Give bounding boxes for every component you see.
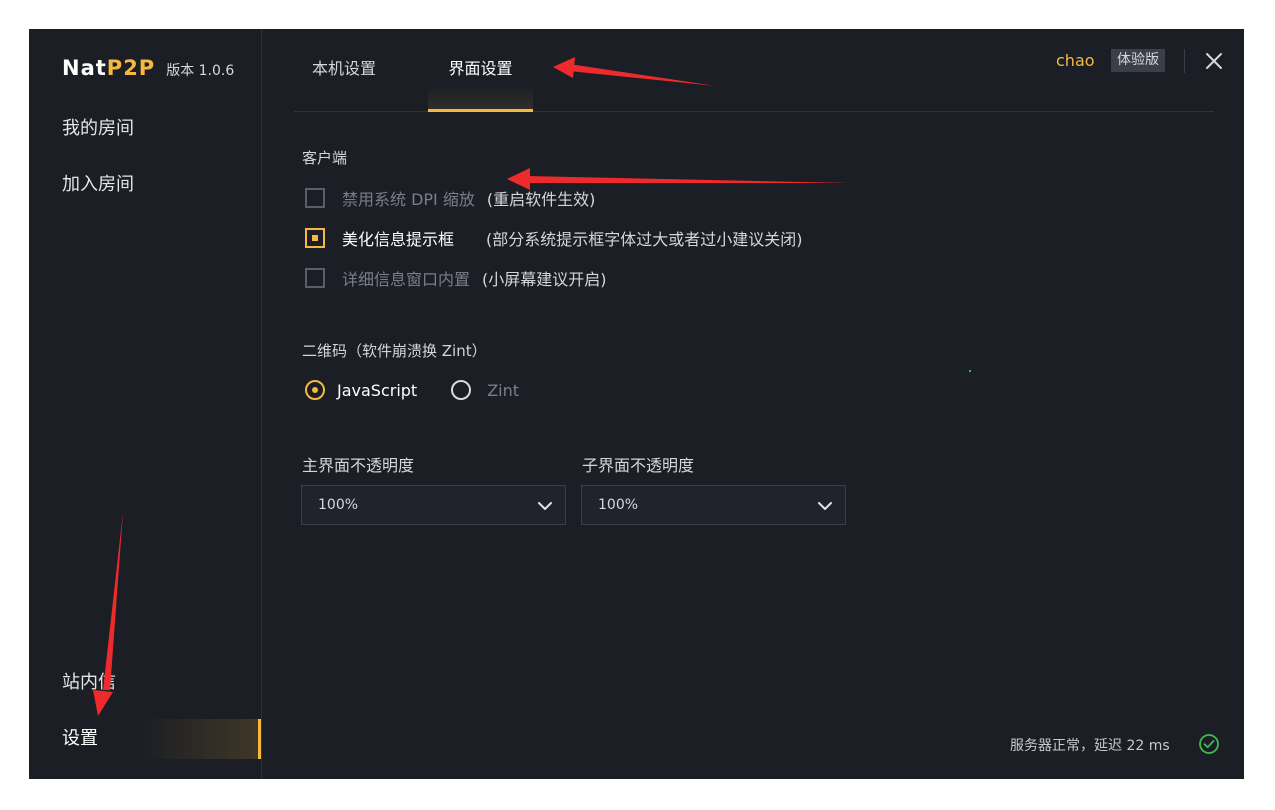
radio-javascript[interactable]	[305, 380, 325, 400]
chevron-down-icon	[538, 502, 552, 510]
sidebar-item-join-room[interactable]: 加入房间	[29, 165, 261, 205]
select-value: 100%	[318, 497, 359, 513]
close-icon	[1206, 53, 1222, 69]
sidebar-item-label: 设置	[62, 728, 98, 749]
client-section-title: 客户端	[302, 149, 348, 167]
logo-text-p2p: P2P	[106, 56, 156, 80]
app-logo: Nat P2P 版本 1.0.6	[62, 56, 234, 80]
option-hint: (小屏幕建议开启)	[482, 270, 607, 289]
option-embed-detail-window[interactable]: 详细信息窗口内置 (小屏幕建议开启)	[305, 266, 607, 290]
checkbox[interactable]	[305, 228, 325, 248]
option-label: 禁用系统 DPI 缩放	[342, 190, 475, 209]
main-opacity-select[interactable]: 100%	[301, 485, 566, 525]
logo-text-nat: Nat	[62, 56, 107, 80]
app-window: Nat P2P 版本 1.0.6 我的房间 加入房间 站内信 设置 本机设置 界…	[29, 29, 1244, 779]
option-hint: (重启软件生效)	[486, 190, 596, 209]
sidebar-item-label: 站内信	[62, 672, 116, 693]
option-hint: (部分系统提示框字体过大或者过小建议关闭)	[486, 230, 803, 249]
sub-opacity-label: 子界面不透明度	[582, 456, 695, 475]
checkbox[interactable]	[305, 268, 325, 288]
tab-label: 本机设置	[311, 59, 376, 78]
close-button[interactable]	[1202, 49, 1226, 73]
radio-label-javascript[interactable]: JavaScript	[337, 381, 417, 400]
header-divider	[1184, 49, 1185, 73]
radio-label-zint[interactable]: Zint	[487, 381, 519, 400]
option-disable-dpi-scaling[interactable]: 禁用系统 DPI 缩放 (重启软件生效)	[305, 186, 595, 210]
tab-label: 界面设置	[448, 59, 513, 78]
sidebar-item-settings[interactable]: 设置	[29, 719, 261, 759]
sidebar: Nat P2P 版本 1.0.6 我的房间 加入房间 站内信 设置	[29, 29, 262, 779]
app-version: 版本 1.0.6	[166, 63, 235, 79]
radio-zint[interactable]	[451, 380, 472, 400]
tab-bar: 本机设置 界面设置	[294, 29, 1214, 112]
main-content: 本机设置 界面设置 chao 体验版 客户端 禁用系统 DPI 缩放 (重启软件…	[262, 29, 1244, 779]
edition-badge: 体验版	[1111, 49, 1165, 72]
sidebar-item-my-rooms[interactable]: 我的房间	[29, 109, 261, 149]
option-beautify-messagebox[interactable]: 美化信息提示框 (部分系统提示框字体过大或者过小建议关闭)	[305, 226, 803, 250]
sidebar-item-messages[interactable]: 站内信	[29, 663, 261, 703]
sidebar-item-label: 加入房间	[62, 174, 134, 195]
stray-pixel	[969, 370, 971, 372]
tab-interface-settings[interactable]: 界面设置	[428, 29, 533, 112]
chevron-down-icon	[818, 502, 832, 510]
tab-local-settings[interactable]: 本机设置	[310, 29, 378, 111]
option-label: 详细信息窗口内置	[342, 270, 471, 289]
sub-opacity-select[interactable]: 100%	[581, 485, 846, 525]
checkbox[interactable]	[305, 188, 325, 208]
main-opacity-label: 主界面不透明度	[302, 456, 415, 475]
qrcode-radio-group: JavaScript Zint	[305, 378, 519, 402]
check-circle-icon	[1199, 734, 1219, 754]
select-value: 100%	[598, 497, 639, 513]
sidebar-item-label: 我的房间	[62, 118, 134, 139]
server-status-text: 服务器正常，延迟 22 ms	[1010, 738, 1170, 754]
qrcode-section-title: 二维码（软件崩溃换 Zint）	[302, 342, 487, 360]
user-name[interactable]: chao	[1056, 51, 1095, 70]
option-label: 美化信息提示框	[342, 230, 455, 249]
